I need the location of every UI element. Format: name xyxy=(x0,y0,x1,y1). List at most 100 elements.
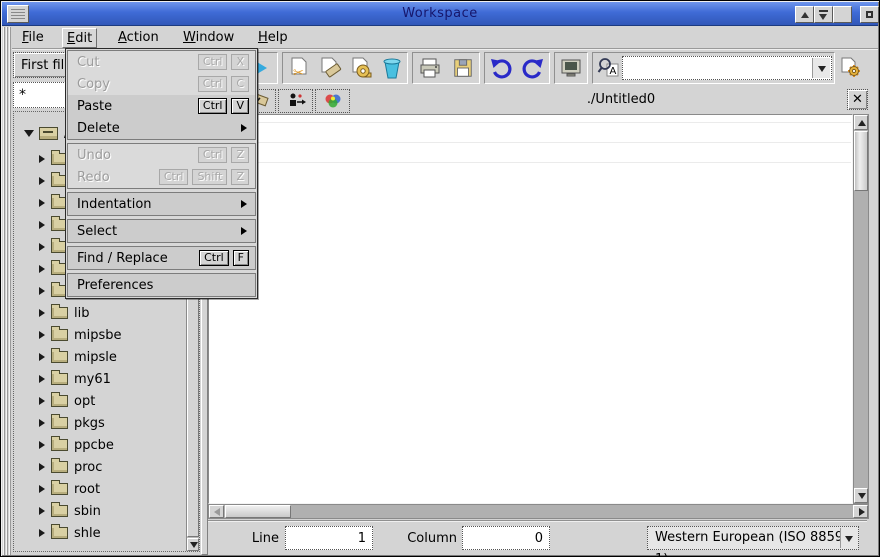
expander-icon[interactable] xyxy=(39,243,45,251)
tree-label: mipsbe xyxy=(74,328,122,343)
lower-button[interactable] xyxy=(814,6,833,23)
menu-edit[interactable]: Edit xyxy=(62,28,97,48)
scroll-up-button[interactable] xyxy=(854,115,868,130)
save-button[interactable] xyxy=(449,54,477,82)
expander-icon[interactable] xyxy=(39,485,45,493)
print-button[interactable] xyxy=(416,54,444,82)
close-window-button[interactable] xyxy=(860,6,879,23)
tree-label: mipsle xyxy=(74,350,117,365)
encoding-dropdown-button[interactable] xyxy=(840,528,857,548)
menu-item-select[interactable]: Select xyxy=(68,220,255,242)
expander-icon[interactable] xyxy=(39,177,45,185)
scroll-down-button[interactable] xyxy=(854,488,868,503)
menu-item-find-replace[interactable]: Find / Replace CtrlF xyxy=(68,247,255,269)
submenu-arrow-icon xyxy=(241,200,247,208)
run-person-toggle[interactable] xyxy=(278,89,313,113)
tree-label: sbin xyxy=(74,504,101,519)
column-input[interactable] xyxy=(462,526,550,550)
menu-item-paste[interactable]: Paste CtrlV xyxy=(68,95,255,117)
expander-icon[interactable] xyxy=(39,419,45,427)
expander-icon[interactable] xyxy=(39,463,45,471)
macro-button[interactable] xyxy=(837,54,865,82)
expander-icon[interactable] xyxy=(39,309,45,317)
expander-open-icon[interactable] xyxy=(24,130,34,137)
tree-item-root[interactable]: / xyxy=(24,122,68,144)
close-document-button[interactable]: ✕ xyxy=(847,89,868,110)
menu-group-clipboard: Cut CtrlX Copy CtrlC Paste CtrlV Delete xyxy=(67,50,256,140)
person-arrows-icon xyxy=(285,92,307,110)
tree-item[interactable]: my61 xyxy=(39,368,111,390)
tree-item[interactable]: mipsbe xyxy=(39,324,122,346)
scroll-left-button[interactable] xyxy=(209,505,224,518)
tree-item[interactable]: shle xyxy=(39,522,101,544)
toolbar-group-search: A xyxy=(592,52,835,84)
copy-button[interactable] xyxy=(316,54,344,82)
tree-label: my61 xyxy=(74,372,111,387)
expander-icon[interactable] xyxy=(39,221,45,229)
delete-button[interactable] xyxy=(378,54,406,82)
editor-horizontal-scrollbar[interactable] xyxy=(208,504,869,519)
toolbar-group-clipboard: ✂ xyxy=(282,52,408,84)
scrollbar-thumb[interactable] xyxy=(225,505,291,518)
menu-item-indentation[interactable]: Indentation xyxy=(68,193,255,215)
ruled-line xyxy=(210,162,851,163)
workspace-window: Workspace File Edit Action Window Help F… xyxy=(0,0,880,557)
submenu-arrow-icon xyxy=(241,227,247,235)
menu-item-undo: Undo CtrlZ xyxy=(68,144,255,166)
expander-icon[interactable] xyxy=(39,441,45,449)
expander-icon[interactable] xyxy=(39,507,45,515)
chevron-down-icon xyxy=(818,66,826,72)
tree-item[interactable]: mipsle xyxy=(39,346,117,368)
tree-item[interactable]: ppcbe xyxy=(39,434,114,456)
combobox-dropdown-button[interactable] xyxy=(812,58,830,78)
scroll-right-button[interactable] xyxy=(853,505,868,518)
menu-action[interactable]: Action xyxy=(114,28,163,48)
titlebar[interactable]: Workspace xyxy=(2,2,878,26)
tree-item[interactable]: pkgs xyxy=(39,412,105,434)
find-button[interactable]: A xyxy=(595,54,623,82)
expander-icon[interactable] xyxy=(39,331,45,339)
undo-button[interactable] xyxy=(487,54,515,82)
search-combobox[interactable] xyxy=(622,56,832,80)
search-input[interactable] xyxy=(624,58,811,78)
terminal-button[interactable] xyxy=(557,54,585,82)
expander-icon[interactable] xyxy=(39,265,45,273)
expander-icon[interactable] xyxy=(39,353,45,361)
arrow-down-icon xyxy=(858,493,866,499)
expander-icon[interactable] xyxy=(39,287,45,295)
menu-item-delete[interactable]: Delete xyxy=(68,117,255,139)
menu-item-preferences[interactable]: Preferences xyxy=(68,274,255,296)
editor-vertical-scrollbar[interactable] xyxy=(853,114,869,504)
menu-window[interactable]: Window xyxy=(179,28,238,48)
shade-button[interactable] xyxy=(795,6,814,23)
line-input[interactable] xyxy=(285,526,373,550)
svg-text:A: A xyxy=(610,66,617,77)
tree-item[interactable]: lib xyxy=(39,302,89,324)
tree-item[interactable]: sbin xyxy=(39,500,101,522)
colors-toggle[interactable] xyxy=(315,89,350,113)
tree-item[interactable]: opt xyxy=(39,390,95,412)
menu-help[interactable]: Help xyxy=(254,28,292,48)
scroll-down-button[interactable] xyxy=(187,538,199,551)
paste-button[interactable] xyxy=(347,54,375,82)
expander-icon[interactable] xyxy=(39,199,45,207)
encoding-select[interactable]: Western European (ISO 8859-1) xyxy=(647,526,859,550)
grip-handle[interactable] xyxy=(3,27,12,555)
expander-icon[interactable] xyxy=(39,397,45,405)
cut-button[interactable]: ✂ xyxy=(285,54,313,82)
tree-item[interactable]: root xyxy=(39,478,100,500)
cut-icon: ✂ xyxy=(287,56,311,80)
expander-icon[interactable] xyxy=(39,529,45,537)
expander-icon[interactable] xyxy=(39,375,45,383)
menu-file[interactable]: File xyxy=(18,28,48,48)
tree-item[interactable]: proc xyxy=(39,456,102,478)
maximize-button[interactable] xyxy=(833,6,852,23)
editor-area[interactable] xyxy=(208,114,853,504)
folder-icon xyxy=(51,373,68,385)
redo-button[interactable] xyxy=(519,54,547,82)
folder-icon xyxy=(51,461,68,473)
expander-icon[interactable] xyxy=(39,155,45,163)
folder-icon xyxy=(51,351,68,363)
scrollbar-thumb[interactable] xyxy=(854,131,868,191)
copy-icon xyxy=(318,56,342,80)
